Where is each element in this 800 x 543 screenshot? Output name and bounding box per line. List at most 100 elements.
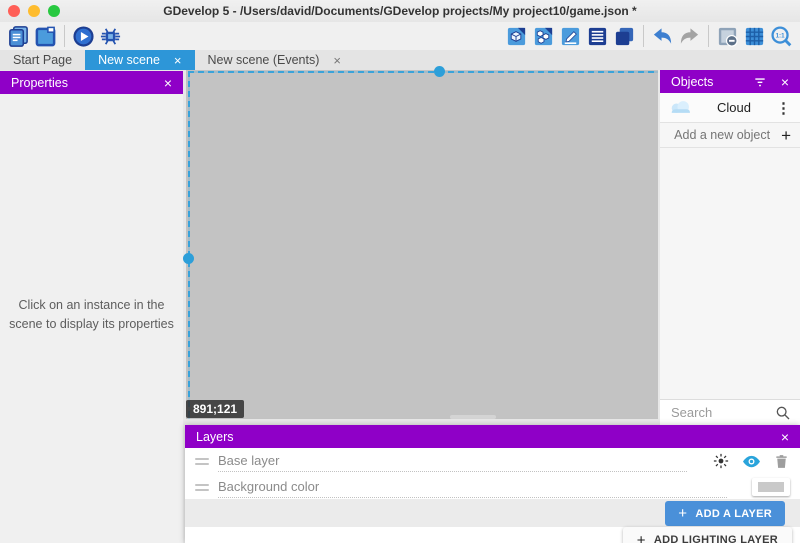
trash-icon (773, 453, 790, 470)
selection-border-top (188, 71, 658, 73)
object-search-row (660, 399, 800, 425)
tab-new-scene-events[interactable]: New scene (Events) × (195, 50, 354, 70)
cursor-coordinates-badge: 891;121 (186, 400, 244, 418)
object-list-item[interactable]: Cloud ⋮ (660, 93, 800, 123)
toggle-mask-button[interactable] (714, 23, 741, 49)
zoom-1-1-icon: 1:1 (770, 25, 793, 48)
properties-panel-header: Properties × (0, 71, 183, 94)
toggle-mask-icon (716, 25, 739, 48)
add-lighting-layer-label: ADD LIGHTING LAYER (654, 534, 778, 543)
redo-icon (678, 25, 701, 48)
tab-bar: Start Page New scene × New scene (Events… (0, 50, 800, 70)
start-page-button[interactable] (32, 23, 59, 49)
layer-delete-button[interactable] (773, 453, 790, 470)
resize-handle-left[interactable] (183, 253, 194, 264)
traffic-lights (8, 5, 60, 17)
debug-icon (99, 25, 122, 48)
undo-button[interactable] (649, 23, 676, 49)
project-manager-icon (7, 25, 30, 48)
properties-list-icon (586, 25, 609, 48)
instances-list-icon (613, 25, 636, 48)
instances-list-button[interactable] (611, 23, 638, 49)
layer-effects-button[interactable] (712, 452, 730, 470)
objects-panel: Objects × Cloud ⋮ Add a new object + (660, 70, 800, 425)
scene-canvas[interactable]: 891;121 (186, 70, 658, 419)
layers-panel-title: Layers (196, 430, 234, 444)
toggle-grid-button[interactable] (741, 23, 768, 49)
add-icon: + (637, 532, 646, 543)
play-icon (72, 25, 95, 48)
add-object-label: Add a new object (669, 128, 770, 142)
tab-close-icon[interactable]: × (174, 54, 182, 67)
zoom-ratio-label: 1:1 (776, 32, 786, 39)
debug-button[interactable] (97, 23, 124, 49)
close-icon[interactable]: × (781, 430, 789, 444)
close-icon[interactable]: × (164, 76, 172, 90)
add-lighting-layer-button[interactable]: + ADD LIGHTING LAYER (623, 527, 792, 543)
play-button[interactable] (70, 23, 97, 49)
drag-handle-icon[interactable] (195, 484, 209, 491)
objects-panel-header: Objects × (660, 70, 800, 93)
resize-handle-top[interactable] (434, 66, 445, 77)
minimize-window-button[interactable] (28, 5, 40, 17)
zoom-window-button[interactable] (48, 5, 60, 17)
tab-label: New scene (98, 53, 160, 67)
background-color-swatch[interactable] (752, 478, 790, 496)
add-icon[interactable]: + (781, 127, 791, 144)
object-groups-button[interactable] (530, 23, 557, 49)
toolbar-separator (708, 25, 709, 47)
layers-panel-header: Layers × (185, 425, 800, 448)
gdevelop-window: GDevelop 5 - /Users/david/Documents/GDev… (0, 0, 800, 543)
add-icon: + (678, 505, 687, 522)
tab-label: New scene (Events) (208, 53, 320, 67)
search-icon[interactable] (775, 405, 791, 421)
filter-icon[interactable] (753, 75, 767, 89)
properties-list-button[interactable] (584, 23, 611, 49)
drag-handle-icon[interactable] (195, 458, 209, 465)
layer-name-field[interactable]: Base layer (218, 451, 687, 472)
layer-name-field[interactable]: Background color (218, 477, 727, 498)
close-icon[interactable]: × (781, 75, 789, 89)
objects-editor-button[interactable] (503, 23, 530, 49)
start-page-icon (34, 25, 57, 48)
close-window-button[interactable] (8, 5, 20, 17)
color-swatch-fill (758, 482, 784, 492)
toolbar-separator (64, 25, 65, 47)
object-name: Cloud (694, 100, 774, 115)
zoom-options-button[interactable]: 1:1 (768, 23, 795, 49)
properties-panel: Properties × Click on an instance in the… (0, 71, 183, 543)
object-menu-icon[interactable]: ⋮ (774, 99, 793, 117)
selection-border-left (188, 71, 190, 419)
horizontal-scrollbar[interactable] (450, 415, 496, 419)
layers-panel: Layers × Base layer (185, 425, 800, 543)
eye-icon (741, 451, 762, 472)
redo-button[interactable] (676, 23, 703, 49)
layer-row-background: Background color (185, 474, 800, 500)
toolbar-separator (643, 25, 644, 47)
add-object-row[interactable]: Add a new object + (660, 123, 800, 148)
object-search-input[interactable] (669, 404, 775, 421)
properties-panel-title: Properties (11, 76, 68, 90)
toggle-grid-icon (743, 25, 766, 48)
objects-panel-title: Objects (671, 75, 713, 89)
project-manager-button[interactable] (5, 23, 32, 49)
add-layer-label: ADD A LAYER (695, 508, 772, 520)
add-layer-button[interactable]: + ADD A LAYER (665, 501, 785, 526)
tab-close-icon[interactable]: × (333, 54, 341, 67)
undo-icon (651, 25, 674, 48)
window-title: GDevelop 5 - /Users/david/Documents/GDev… (0, 0, 800, 22)
effects-icon (712, 452, 730, 470)
cloud-icon (667, 99, 694, 116)
layer-visibility-button[interactable] (741, 451, 762, 472)
tab-new-scene[interactable]: New scene × (85, 50, 194, 70)
tab-start-page[interactable]: Start Page (0, 50, 85, 70)
properties-empty-message: Click on an instance in the scene to dis… (8, 296, 175, 334)
layer-row-base: Base layer (185, 448, 800, 474)
object-groups-icon (532, 25, 555, 48)
edit-scene-button[interactable] (557, 23, 584, 49)
objects-editor-icon (505, 25, 528, 48)
tab-label: Start Page (13, 53, 72, 67)
titlebar: GDevelop 5 - /Users/david/Documents/GDev… (0, 0, 800, 22)
edit-scene-icon (559, 25, 582, 48)
main-toolbar: 1:1 (0, 22, 800, 50)
